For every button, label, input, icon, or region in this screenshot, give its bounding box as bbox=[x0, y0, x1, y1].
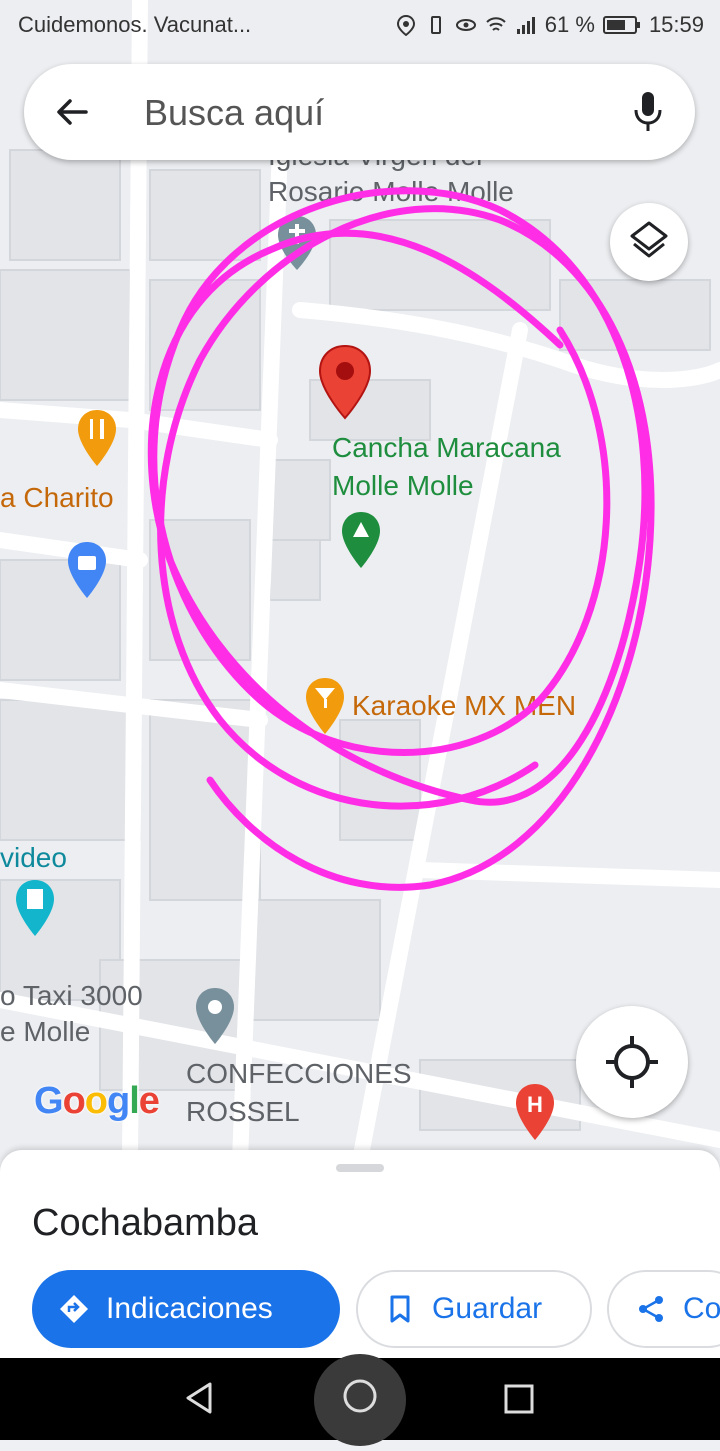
status-icons: 61 % 15:59 bbox=[395, 12, 704, 38]
place-bottom-sheet[interactable]: Cochabamba Indicaciones Guardar Co bbox=[0, 1150, 720, 1360]
bookmark-icon bbox=[390, 1295, 410, 1323]
my-location-button[interactable] bbox=[576, 1006, 688, 1118]
system-navigation-bar bbox=[0, 1354, 720, 1446]
eye-icon bbox=[455, 19, 476, 31]
crosshair-icon bbox=[606, 1036, 658, 1088]
nav-home-icon bbox=[343, 1379, 377, 1413]
microphone-icon[interactable] bbox=[631, 90, 665, 134]
save-button[interactable]: Guardar bbox=[356, 1270, 592, 1348]
signal-icon bbox=[516, 17, 535, 34]
status-bar: Cuidemonos. Vacunat... 61 % 15:59 bbox=[0, 0, 720, 52]
map-view[interactable]: H Iglesia Virgen del Rosario Molle Molle… bbox=[0, 0, 720, 1160]
layers-icon bbox=[630, 221, 668, 258]
search-input[interactable]: Busca aquí bbox=[144, 92, 324, 134]
clock: 15:59 bbox=[648, 12, 704, 37]
location-icon bbox=[396, 14, 415, 36]
vibrate-icon bbox=[430, 16, 441, 34]
directions-icon bbox=[60, 1295, 88, 1323]
share-label: Co bbox=[683, 1292, 720, 1325]
directions-label: Indicaciones bbox=[106, 1292, 273, 1325]
save-label: Guardar bbox=[432, 1292, 543, 1325]
directions-button[interactable]: Indicaciones bbox=[32, 1270, 340, 1348]
nav-home-button[interactable] bbox=[314, 1354, 406, 1446]
map-layers-button[interactable] bbox=[610, 203, 688, 281]
nav-recents-icon[interactable] bbox=[502, 1382, 536, 1416]
nav-back-icon[interactable] bbox=[180, 1378, 220, 1418]
place-title: Cochabamba bbox=[32, 1202, 259, 1244]
battery-percent: 61 % bbox=[544, 12, 595, 37]
sheet-drag-handle[interactable] bbox=[336, 1164, 384, 1172]
wifi-icon bbox=[486, 17, 506, 31]
share-button[interactable]: Co bbox=[607, 1270, 720, 1348]
search-bar[interactable]: Busca aquí bbox=[24, 64, 695, 160]
back-arrow-icon[interactable] bbox=[52, 92, 92, 132]
notification-text: Cuidemonos. Vacunat... bbox=[18, 12, 252, 37]
hand-drawn-circle-annotation bbox=[147, 187, 655, 891]
share-icon bbox=[639, 1296, 663, 1322]
battery-icon bbox=[602, 16, 640, 34]
